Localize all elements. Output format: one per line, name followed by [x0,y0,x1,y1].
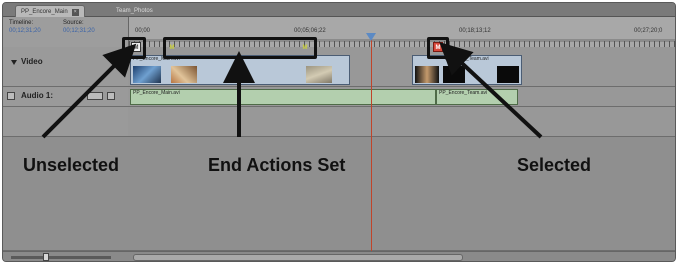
arrow-icon [439,42,543,139]
end-actions-label: End Actions Set [208,155,346,175]
unselected-label: Unselected [23,155,120,175]
arrow-icon [41,43,137,139]
timeline-panel: PP_Encore_Main × Team_Photos Timeline: 00… [2,2,676,262]
annotation-arrows [41,42,543,139]
horizontal-scrollbar[interactable] [3,251,675,261]
zoom-slider[interactable] [11,256,111,259]
selected-label: Selected [517,155,592,175]
zoom-slider-handle-icon[interactable] [43,253,49,261]
scroll-thumb[interactable] [133,254,463,261]
